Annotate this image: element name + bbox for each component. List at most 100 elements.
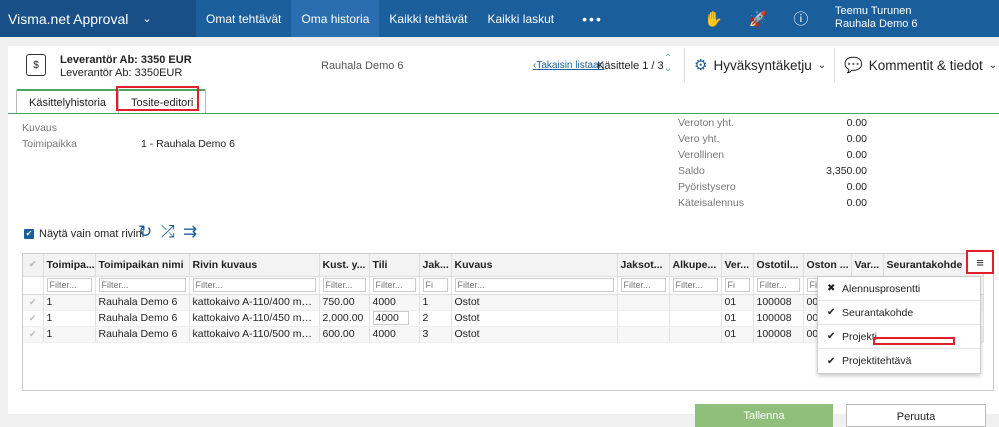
forward-icon[interactable]: ⇉	[183, 222, 197, 242]
grid-header-row: ✔ Toimipa... Toimipaikan nimi Rivin kuva…	[23, 254, 984, 277]
summary-value: 0.00	[846, 197, 867, 209]
column-header[interactable]: Oston ...	[803, 254, 852, 277]
cancel-button[interactable]: Peruuta	[846, 404, 986, 427]
row-checkbox[interactable]: ✔	[23, 294, 44, 311]
approval-chain-button[interactable]: ⚙ Hyväksyntäketju ⌄	[694, 56, 826, 74]
nav-tab-omat-tehtavat[interactable]: Omat tehtävät	[196, 0, 291, 37]
menu-item-projektitehtava[interactable]: ✔ Projektitehtävä	[818, 349, 980, 373]
column-header[interactable]: Toimipa...	[43, 254, 96, 277]
user-menu[interactable]: Teemu Turunen Rauhala Demo 6	[835, 5, 918, 31]
nav-tab-kaikki-laskut[interactable]: Kaikki laskut	[477, 0, 564, 37]
app-title: Visma.net Approval	[8, 10, 129, 27]
help-icon[interactable]: ⓘ	[793, 8, 808, 29]
cell	[669, 310, 722, 327]
chevron-down-icon: ⌄	[142, 13, 152, 25]
split-icon[interactable]: ⤮	[161, 222, 175, 242]
cell: Ostot	[451, 294, 618, 311]
column-header[interactable]: Ostotil...	[753, 254, 804, 277]
column-menu-button[interactable]: ≡	[966, 250, 994, 274]
column-header[interactable]: Alkupe...	[669, 254, 722, 277]
cross-icon: ✖	[827, 283, 836, 294]
cell: 2	[419, 310, 452, 327]
invoice-document-icon: $	[26, 54, 46, 76]
rocket-icon[interactable]: 🚀	[749, 10, 768, 28]
menu-item-seurantakohde[interactable]: ✔ Seurantakohde	[818, 301, 980, 325]
divider	[684, 48, 685, 82]
app-switcher[interactable]: Visma.net Approval ⌄	[0, 0, 196, 37]
approve-hand-icon[interactable]: ✋	[704, 10, 723, 28]
column-header[interactable]: Jaksot...	[617, 254, 670, 277]
comments-button[interactable]: 💬 Kommentit & tiedot ⌄	[844, 56, 997, 74]
nav-tab-oma-historia[interactable]: Oma historia	[291, 0, 380, 37]
cell: 100008	[753, 294, 804, 311]
column-header[interactable]: Kust. y...	[319, 254, 370, 277]
document-company: Rauhala Demo 6	[321, 60, 404, 72]
cell: 750.00	[319, 294, 370, 311]
select-all-checkbox[interactable]: ✔	[23, 254, 44, 277]
filter-input[interactable]	[46, 278, 92, 292]
row-checkbox[interactable]: ✔	[23, 326, 44, 343]
process-counter: Käsittele 1 / 3	[597, 60, 664, 72]
column-header[interactable]: Jak...	[419, 254, 452, 277]
top-navigation-bar: Visma.net Approval ⌄ Omat tehtävät Oma h…	[0, 0, 999, 37]
cell: kattokaivo A-110/450 mm, ...	[189, 310, 320, 327]
nav-tab-kaikki-tehtavat[interactable]: Kaikki tehtävät	[379, 0, 477, 37]
divider	[834, 48, 835, 82]
cell: 4000	[369, 294, 420, 311]
column-header[interactable]: Ver...	[721, 254, 754, 277]
filter-input[interactable]	[672, 278, 718, 292]
cell: 1	[43, 294, 96, 311]
save-button[interactable]: Tallenna	[695, 404, 833, 427]
filter-input[interactable]	[192, 278, 316, 292]
top-icon-group: ✋ 🚀 ⓘ	[704, 0, 808, 37]
filter-input[interactable]	[756, 278, 800, 292]
tab-kasittelyhistoria[interactable]: Käsittelyhistoria	[16, 89, 120, 114]
filter-input[interactable]	[454, 278, 614, 292]
back-to-list-link[interactable]: ‹Takaisin listaan	[533, 60, 604, 71]
summary-value: 0.00	[846, 181, 867, 193]
refresh-icon[interactable]: ↻	[138, 222, 152, 242]
user-name: Teemu Turunen	[835, 5, 912, 17]
column-header[interactable]: Rivin kuvaus	[189, 254, 320, 277]
column-header[interactable]: Toimipaikan nimi	[95, 254, 190, 277]
filter-input[interactable]	[620, 278, 666, 292]
check-icon: ✔	[827, 331, 836, 342]
cell: 100008	[753, 310, 804, 327]
column-header[interactable]: Tili	[369, 254, 420, 277]
approval-chain-label: Hyväksyntäketju	[713, 57, 812, 73]
toimipaikka-value: 1 - Rauhala Demo 6	[141, 138, 235, 150]
filter-input[interactable]	[422, 278, 448, 292]
cell: 01	[721, 326, 754, 343]
filter-input[interactable]	[98, 278, 186, 292]
menu-item-alennusprosentti[interactable]: ✖ Alennusprosentti	[818, 277, 980, 301]
more-menu-button[interactable]: •••	[564, 0, 621, 37]
cell: Ostot	[451, 310, 618, 327]
highlight-annotation	[873, 337, 955, 345]
column-header[interactable]: Kuvaus	[451, 254, 618, 277]
cell: Rauhala Demo 6	[95, 310, 190, 327]
filter-input[interactable]	[724, 278, 750, 292]
row-checkbox[interactable]: ✔	[23, 310, 44, 327]
cell[interactable]: 4000	[369, 310, 420, 327]
cell	[669, 294, 722, 311]
summary-label: Vero yht.	[678, 133, 720, 145]
toimipaikka-label: Toimipaikka	[22, 138, 77, 150]
filter-input[interactable]	[322, 278, 366, 292]
cell: 2,000.00	[319, 310, 370, 327]
filter-spacer	[23, 276, 44, 295]
account-cell-editor[interactable]: 4000	[372, 311, 409, 325]
cell	[617, 310, 670, 327]
filter-input[interactable]	[372, 278, 416, 292]
cell	[617, 326, 670, 343]
tabs-underline	[8, 113, 999, 114]
summary-value: 0.00	[846, 149, 867, 161]
chevron-down-icon: ⌄	[988, 59, 998, 71]
cell: kattokaivo A-110/400 mm, ...	[189, 294, 320, 311]
only-own-rows-checkbox[interactable]: ✔	[24, 229, 34, 239]
vendor-line-1: Leverantör Ab: 3350 EUR	[60, 54, 192, 66]
cell: 1	[43, 310, 96, 327]
summary-label: Veroton yht.	[678, 117, 735, 129]
column-header[interactable]: Var...	[851, 254, 884, 277]
prev-next-arrows[interactable]: ⌃ ⌄	[664, 54, 672, 74]
user-company: Rauhala Demo 6	[835, 18, 918, 30]
